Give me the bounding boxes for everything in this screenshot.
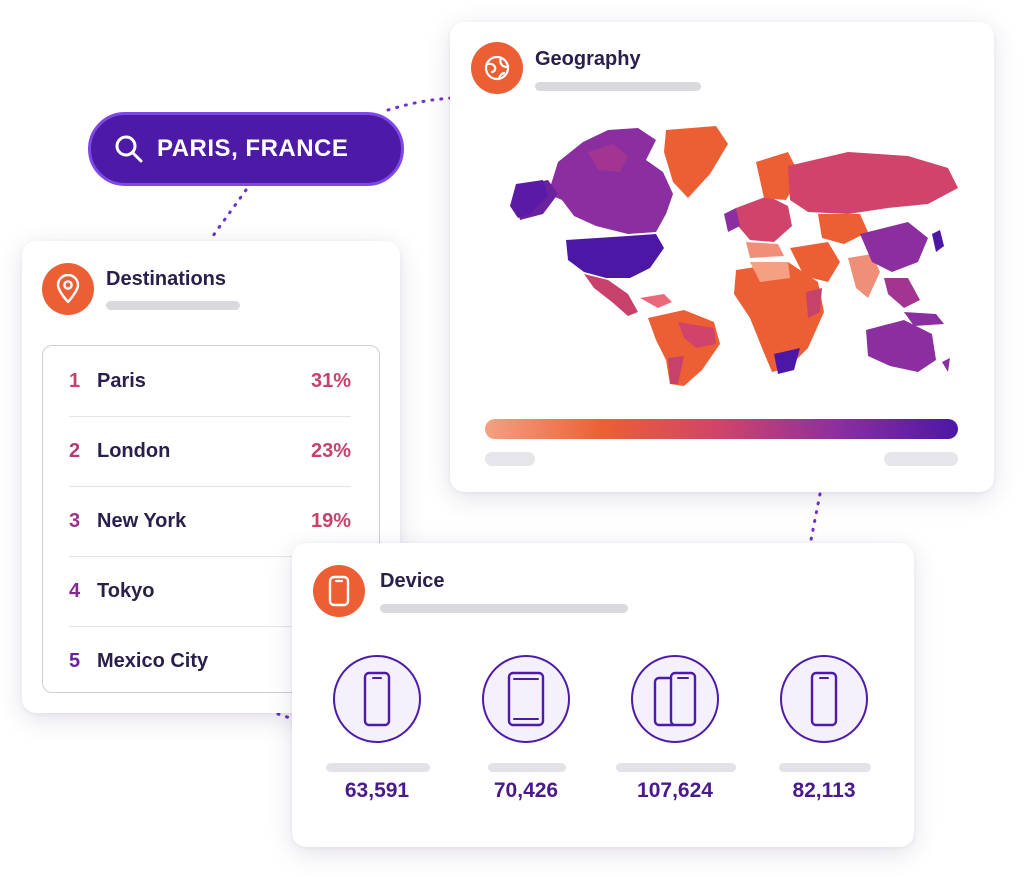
device-stat-multi-device[interactable]: 107,624	[602, 655, 752, 815]
geography-title: Geography	[535, 48, 641, 70]
search-location-label: PARIS, FRANCE	[157, 135, 349, 162]
world-map[interactable]	[488, 122, 958, 392]
phone-icon	[313, 565, 365, 617]
list-item[interactable]: 1 Paris 31%	[69, 346, 351, 417]
destination-percent: 31%	[310, 369, 351, 392]
rank-number: 5	[69, 649, 81, 672]
destination-percent: 19%	[310, 509, 351, 532]
legend-min-placeholder	[485, 452, 535, 466]
device-count: 82,113	[792, 779, 856, 802]
device-count: 107,624	[637, 779, 713, 802]
color-scale-legend	[485, 419, 958, 439]
destinations-subtitle-placeholder	[106, 301, 240, 310]
device-label-placeholder	[488, 763, 566, 772]
geography-card: Geography	[450, 22, 994, 492]
destinations-title: Destinations	[106, 268, 227, 290]
rank-number: 2	[69, 439, 81, 462]
device-count: 70,426	[493, 779, 559, 802]
device-stat-smartphone-2[interactable]: 82,113	[751, 655, 901, 815]
location-pin-icon	[42, 263, 94, 315]
search-icon	[115, 135, 143, 163]
rank-number: 1	[69, 369, 81, 392]
destination-name: Paris	[97, 369, 146, 392]
location-search-pill[interactable]: PARIS, FRANCE	[88, 112, 404, 186]
multi-device-icon	[631, 655, 719, 743]
device-label-placeholder	[779, 763, 871, 772]
smartphone-icon	[780, 655, 868, 743]
legend-max-placeholder	[884, 452, 958, 466]
device-label-placeholder	[616, 763, 736, 772]
device-count: 63,591	[344, 779, 410, 802]
list-item[interactable]: 2 London 23%	[69, 416, 351, 487]
destination-name: New York	[97, 509, 187, 532]
rank-number: 4	[69, 579, 81, 602]
tablet-icon	[482, 655, 570, 743]
destination-percent: 23%	[310, 439, 351, 462]
destination-name: London	[97, 439, 171, 462]
device-card: Device 63,591 70,426 107,624 82,113	[292, 543, 914, 847]
device-subtitle-placeholder	[380, 604, 628, 613]
device-stat-smartphone[interactable]: 63,591	[304, 655, 454, 815]
smartphone-icon	[333, 655, 421, 743]
device-label-placeholder	[326, 763, 430, 772]
rank-number: 3	[69, 509, 81, 532]
device-stat-tablet[interactable]: 70,426	[453, 655, 603, 815]
geography-subtitle-placeholder	[535, 82, 701, 91]
globe-icon	[471, 42, 523, 94]
device-title: Device	[380, 570, 445, 592]
